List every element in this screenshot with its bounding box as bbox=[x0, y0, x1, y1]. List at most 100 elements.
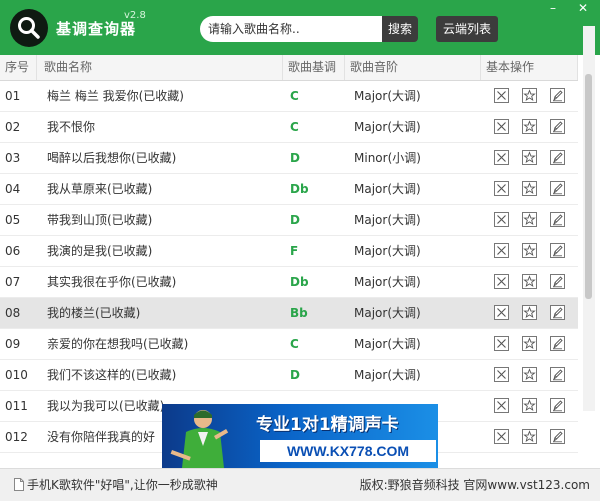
table-row[interactable]: 010 我们不该这样的(已收藏) D Major(大调) bbox=[0, 360, 578, 391]
app-version: v2.8 bbox=[124, 10, 146, 21]
row-number: 01 bbox=[5, 89, 21, 103]
song-name: 梅兰 梅兰 我爱你(已收藏) bbox=[47, 89, 184, 103]
delete-icon[interactable] bbox=[494, 88, 509, 103]
row-number: 09 bbox=[5, 337, 21, 351]
ad-url[interactable]: WWW.KX778.COM bbox=[260, 440, 436, 462]
delete-icon[interactable] bbox=[494, 119, 509, 134]
table-row[interactable]: 02 我不恨你 C Major(大调) bbox=[0, 112, 578, 143]
edit-pencil-icon[interactable] bbox=[550, 305, 565, 320]
table-row[interactable]: 06 我演的是我(已收藏) F Major(大调) bbox=[0, 236, 578, 267]
favorite-star-icon[interactable] bbox=[522, 212, 537, 227]
edit-pencil-icon[interactable] bbox=[550, 336, 565, 351]
status-copyright-text[interactable]: 版权:野狼音频科技 官网www.vst123.com bbox=[360, 469, 590, 501]
song-name: 我演的是我(已收藏) bbox=[47, 244, 153, 258]
delete-icon[interactable] bbox=[494, 274, 509, 289]
delete-icon[interactable] bbox=[494, 367, 509, 382]
edit-pencil-icon[interactable] bbox=[550, 274, 565, 289]
edit-pencil-icon[interactable] bbox=[550, 367, 565, 382]
song-name: 喝醉以后我想你(已收藏) bbox=[47, 151, 177, 165]
delete-icon[interactable] bbox=[494, 429, 509, 444]
header-song-name[interactable]: 歌曲名称 bbox=[37, 55, 283, 80]
delete-icon[interactable] bbox=[494, 336, 509, 351]
favorite-star-icon[interactable] bbox=[522, 429, 537, 444]
header-song-scale[interactable]: 歌曲音阶 bbox=[345, 55, 481, 80]
scrollbar-thumb[interactable] bbox=[585, 74, 592, 299]
delete-icon[interactable] bbox=[494, 243, 509, 258]
edit-pencil-icon[interactable] bbox=[550, 119, 565, 134]
song-name: 我不恨你 bbox=[47, 120, 96, 134]
cloud-list-button[interactable]: 云端列表 bbox=[436, 16, 498, 42]
table-row[interactable]: 03 喝醉以后我想你(已收藏) D Minor(小调) bbox=[0, 143, 578, 174]
song-scale: Minor(小调) bbox=[354, 151, 421, 165]
song-scale: Major(大调) bbox=[354, 337, 421, 351]
table-header: 序号 歌曲名称 歌曲基调 歌曲音阶 基本操作 bbox=[0, 55, 578, 81]
edit-pencil-icon[interactable] bbox=[550, 150, 565, 165]
favorite-star-icon[interactable] bbox=[522, 336, 537, 351]
song-name: 亲爱的你在想我吗(已收藏) bbox=[47, 337, 189, 351]
favorite-star-icon[interactable] bbox=[522, 243, 537, 258]
row-number: 011 bbox=[5, 399, 28, 413]
row-number: 03 bbox=[5, 151, 21, 165]
delete-icon[interactable] bbox=[494, 181, 509, 196]
song-scale: Major(大调) bbox=[354, 275, 421, 289]
favorite-star-icon[interactable] bbox=[522, 274, 537, 289]
edit-pencil-icon[interactable] bbox=[550, 88, 565, 103]
song-scale: Major(大调) bbox=[354, 213, 421, 227]
favorite-star-icon[interactable] bbox=[522, 367, 537, 382]
search-input[interactable] bbox=[200, 16, 382, 42]
table-row[interactable]: 09 亲爱的你在想我吗(已收藏) C Major(大调) bbox=[0, 329, 578, 360]
header-song-key[interactable]: 歌曲基调 bbox=[283, 55, 345, 80]
table-row[interactable]: 07 其实我很在乎你(已收藏) Db Major(大调) bbox=[0, 267, 578, 298]
song-name: 其实我很在乎你(已收藏) bbox=[47, 275, 177, 289]
song-key: Bb bbox=[290, 306, 308, 320]
title-bar: 基调查询器 v2.8 搜索 云端列表 – ✕ bbox=[0, 0, 600, 55]
status-promo-text[interactable]: 手机K歌软件"好唱",让你一秒成歌神 bbox=[27, 469, 218, 501]
song-name: 带我到山顶(已收藏) bbox=[47, 213, 153, 227]
song-key: Db bbox=[290, 275, 309, 289]
delete-icon[interactable] bbox=[494, 150, 509, 165]
document-icon bbox=[14, 478, 24, 491]
edit-pencil-icon[interactable] bbox=[550, 398, 565, 413]
favorite-star-icon[interactable] bbox=[522, 150, 537, 165]
song-scale: Major(大调) bbox=[354, 306, 421, 320]
song-scale: Major(大调) bbox=[354, 244, 421, 258]
row-number: 06 bbox=[5, 244, 21, 258]
header-no[interactable]: 序号 bbox=[0, 55, 37, 80]
ad-banner[interactable]: 专业1对1精调声卡 WWW.KX778.COM bbox=[162, 404, 438, 468]
song-key: C bbox=[290, 120, 299, 134]
row-number: 04 bbox=[5, 182, 21, 196]
song-scale: Major(大调) bbox=[354, 368, 421, 382]
table-row[interactable]: 01 梅兰 梅兰 我爱你(已收藏) C Major(大调) bbox=[0, 81, 578, 112]
song-name: 我从草原来(已收藏) bbox=[47, 182, 153, 196]
favorite-star-icon[interactable] bbox=[522, 88, 537, 103]
song-key: Db bbox=[290, 182, 309, 196]
table-row[interactable]: 04 我从草原来(已收藏) Db Major(大调) bbox=[0, 174, 578, 205]
delete-icon[interactable] bbox=[494, 398, 509, 413]
search-button[interactable]: 搜索 bbox=[382, 16, 418, 42]
table-body: 01 梅兰 梅兰 我爱你(已收藏) C Major(大调) 02 我不恨你 C Major(大… bbox=[0, 81, 578, 453]
table-row[interactable]: 05 带我到山顶(已收藏) D Major(大调) bbox=[0, 205, 578, 236]
song-key: C bbox=[290, 89, 299, 103]
edit-pencil-icon[interactable] bbox=[550, 429, 565, 444]
app-logo bbox=[10, 9, 48, 47]
close-button[interactable]: ✕ bbox=[576, 2, 590, 14]
delete-icon[interactable] bbox=[494, 305, 509, 320]
edit-pencil-icon[interactable] bbox=[550, 212, 565, 227]
edit-pencil-icon[interactable] bbox=[550, 243, 565, 258]
song-key: C bbox=[290, 337, 299, 351]
favorite-star-icon[interactable] bbox=[522, 398, 537, 413]
song-key: D bbox=[290, 151, 300, 165]
edit-pencil-icon[interactable] bbox=[550, 181, 565, 196]
delete-icon[interactable] bbox=[494, 212, 509, 227]
table-row[interactable]: 08 我的楼兰(已收藏) Bb Major(大调) bbox=[0, 298, 578, 329]
favorite-star-icon[interactable] bbox=[522, 305, 537, 320]
favorite-star-icon[interactable] bbox=[522, 119, 537, 134]
status-bar: 手机K歌软件"好唱",让你一秒成歌神 版权:野狼音频科技 官网www.vst12… bbox=[0, 468, 600, 501]
song-scale: Major(大调) bbox=[354, 89, 421, 103]
row-number: 05 bbox=[5, 213, 21, 227]
app-title: 基调查询器 bbox=[56, 20, 137, 38]
minimize-button[interactable]: – bbox=[546, 2, 560, 14]
song-name: 我的楼兰(已收藏) bbox=[47, 306, 141, 320]
favorite-star-icon[interactable] bbox=[522, 181, 537, 196]
row-number: 012 bbox=[5, 430, 28, 444]
